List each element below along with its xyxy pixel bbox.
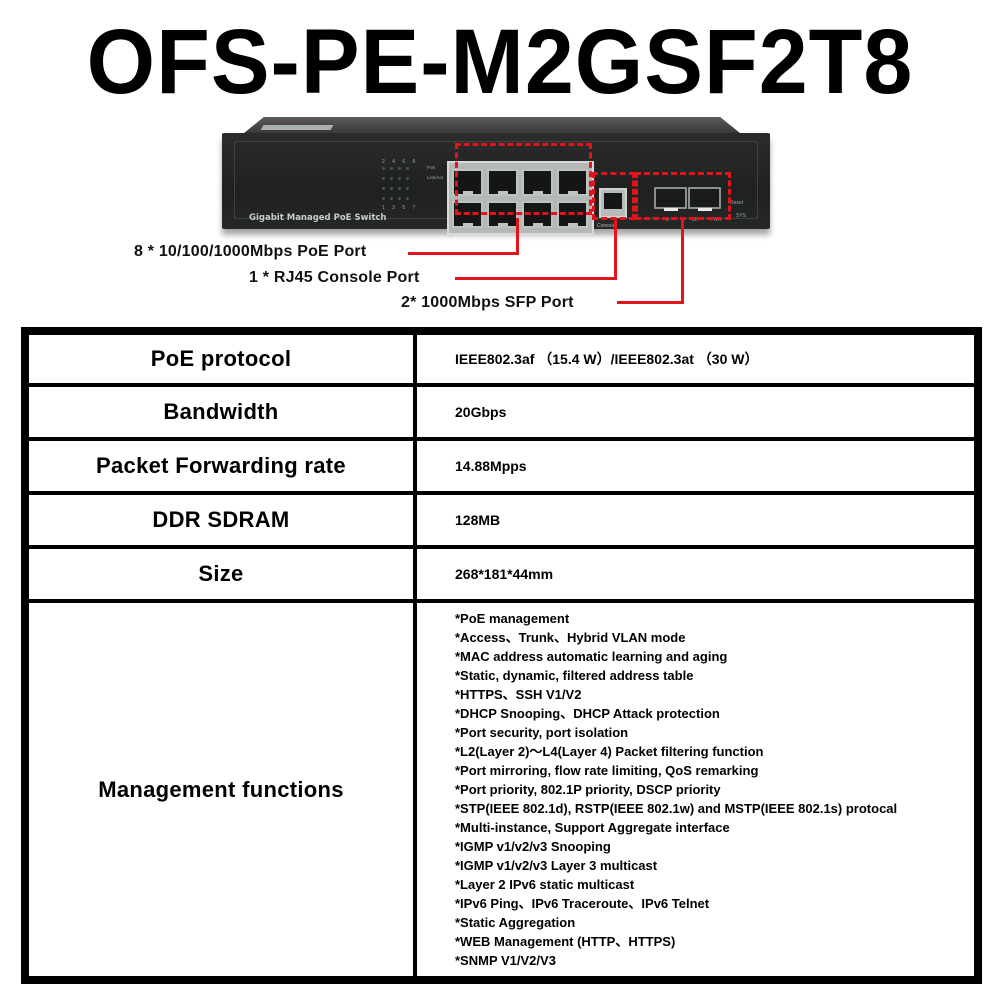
management-label: Management functions	[23, 599, 417, 982]
led-icon	[398, 187, 401, 190]
led-row-link	[382, 177, 409, 180]
spec-label: PoE protocol	[23, 329, 417, 387]
management-feature-item: *DHCP Snooping、DHCP Attack protection	[455, 706, 720, 721]
management-feature-item: *IPv6 Ping、IPv6 Traceroute、IPv6 Telnet	[455, 896, 710, 911]
spec-row: Packet Forwarding rate 14.88Mpps	[23, 437, 980, 495]
callout-line-poe-h	[408, 252, 519, 255]
spec-value: IEEE802.3af （15.4 W）/IEEE802.3at （30 W）	[413, 329, 980, 387]
led-icon	[406, 187, 409, 190]
device-front-label: Gigabit Managed PoE Switch	[249, 213, 387, 223]
device-sticker	[260, 125, 334, 130]
callout-line-console	[614, 218, 617, 280]
led-row-poe	[382, 167, 409, 170]
sys-label: SYS	[736, 213, 747, 219]
console-label: Console	[597, 223, 616, 229]
management-feature-item: *Port mirroring, flow rate limiting, QoS…	[455, 763, 759, 778]
spec-table: PoE protocol IEEE802.3af （15.4 W）/IEEE80…	[21, 327, 982, 984]
led-icon	[406, 167, 409, 170]
management-feature-item: *L2(Layer 2)～L4(Layer 4) Packet filterin…	[455, 744, 764, 759]
spec-label: Size	[23, 545, 417, 603]
management-feature-item: *WEB Management (HTTP、HTTPS)	[455, 934, 676, 949]
led-bottom-numbers: 1 3 5 7	[382, 205, 419, 211]
management-feature-item: *Access、Trunk、Hybrid VLAN mode	[455, 630, 686, 645]
led-icon	[390, 187, 393, 190]
led-icon	[406, 177, 409, 180]
spec-label: Packet Forwarding rate	[23, 437, 417, 495]
led-icon	[390, 177, 393, 180]
management-feature-item: *IGMP v1/v2/v3 Snooping	[455, 839, 611, 854]
led-icon	[382, 177, 385, 180]
callout-sfp-ports: 2* 1000Mbps SFP Port	[401, 294, 574, 311]
led-row	[382, 187, 409, 190]
management-feature-item: *SNMP V1/V2/V3	[455, 953, 556, 968]
management-feature-item: *MAC address automatic learning and agin…	[455, 649, 728, 664]
led-icon	[398, 177, 401, 180]
led-label-link: Link/Act	[427, 175, 444, 180]
callout-line-sfp-h	[617, 301, 684, 304]
led-icon	[398, 197, 401, 200]
management-feature-item: *IGMP v1/v2/v3 Layer 3 multicast	[455, 858, 658, 873]
led-label-poe: PoE	[427, 165, 436, 170]
management-feature-item: *HTTPS、SSH V1/V2	[455, 687, 582, 702]
spec-value: 128MB	[413, 491, 980, 549]
spec-row: DDR SDRAM 128MB	[23, 491, 980, 549]
led-row	[382, 197, 409, 200]
callout-line-poe	[516, 218, 519, 254]
management-feature-item: *STP(IEEE 802.1d), RSTP(IEEE 802.1w) and…	[455, 801, 898, 816]
spec-row: PoE protocol IEEE802.3af （15.4 W）/IEEE80…	[23, 329, 980, 387]
led-icon	[406, 197, 409, 200]
led-icon	[382, 197, 385, 200]
callout-line-console-h	[455, 277, 617, 280]
led-icon	[398, 167, 401, 170]
spec-value: 268*181*44mm	[413, 545, 980, 603]
led-icon	[382, 167, 385, 170]
management-feature-item: *Static, dynamic, filtered address table	[455, 668, 694, 683]
poe-ports-highlight	[455, 143, 592, 215]
sfp-ports-highlight	[635, 172, 731, 220]
spec-value: 14.88Mpps	[413, 437, 980, 495]
management-row: Management functions *PoE management *Acc…	[23, 599, 980, 982]
management-feature-item: *Multi-instance, Support Aggregate inter…	[455, 820, 730, 835]
callout-poe-ports: 8 * 10/100/1000Mbps PoE Port	[134, 243, 367, 260]
spec-row: Bandwidth 20Gbps	[23, 383, 980, 441]
management-feature-item: *PoE management	[455, 611, 570, 626]
management-feature-item: *Port priority, 802.1P priority, DSCP pr…	[455, 782, 721, 797]
product-title: OFS-PE-M2GSF2T8	[86, 10, 914, 113]
callout-console-port: 1 * RJ45 Console Port	[249, 269, 420, 286]
led-indicator-block: 2 4 6 8 PoE Link/Act 1 3 5 7	[382, 159, 444, 233]
spec-row: Size 268*181*44mm	[23, 545, 980, 603]
spec-label: Bandwidth	[23, 383, 417, 441]
reset-label: Reset	[730, 200, 744, 206]
management-feature-item: *Port security, port isolation	[455, 725, 629, 740]
spec-label: DDR SDRAM	[23, 491, 417, 549]
led-icon	[390, 167, 393, 170]
callout-line-sfp	[681, 218, 684, 304]
led-icon	[390, 197, 393, 200]
led-icon	[382, 187, 385, 190]
management-feature-list: *PoE management *Access、Trunk、Hybrid VLAN…	[455, 609, 974, 970]
console-port-highlight	[592, 172, 635, 220]
led-top-numbers: 2 4 6 8	[382, 159, 419, 165]
management-feature-item: *Layer 2 IPv6 static multicast	[455, 877, 635, 892]
switch-device-image: Gigabit Managed PoE Switch 2 4 6 8 PoE L…	[222, 117, 770, 242]
management-feature-item: *Static Aggregation	[455, 915, 576, 930]
management-value: *PoE management *Access、Trunk、Hybrid VLAN…	[413, 599, 980, 982]
spec-value: 20Gbps	[413, 383, 980, 441]
